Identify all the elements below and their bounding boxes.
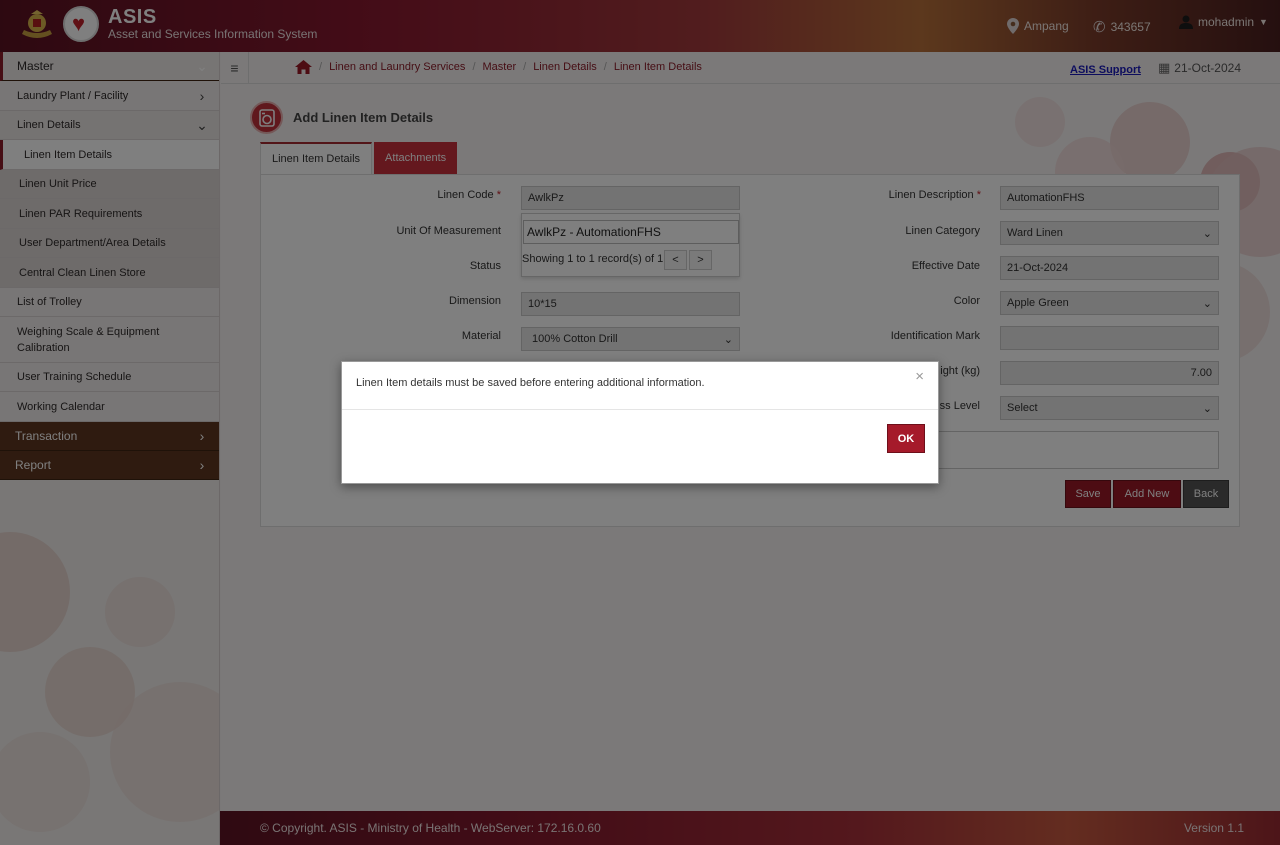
close-icon[interactable]: ×: [915, 368, 924, 385]
dialog-divider: [342, 409, 938, 410]
ok-button[interactable]: OK: [887, 424, 925, 453]
alert-dialog: Linen Item details must be saved before …: [341, 361, 939, 484]
dialog-message: Linen Item details must be saved before …: [356, 377, 705, 389]
